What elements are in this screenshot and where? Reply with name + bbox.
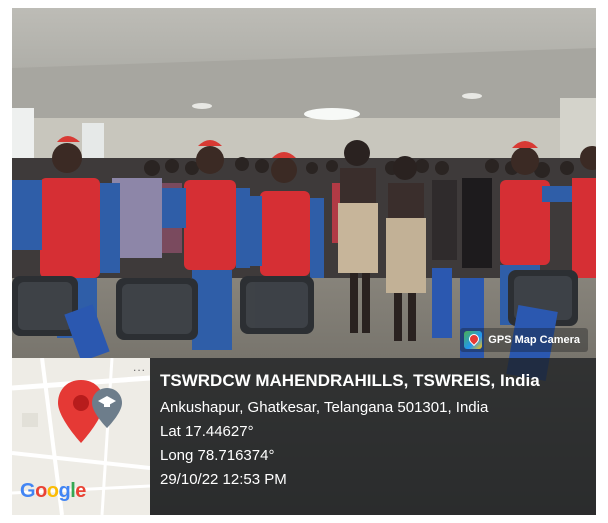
gps-map-camera-icon bbox=[464, 331, 483, 349]
location-address: Ankushapur, Ghatkesar, Telangana 501301,… bbox=[160, 399, 489, 416]
location-longitude: Long 78.716374° bbox=[160, 447, 275, 464]
location-latitude: Lat 17.44627° bbox=[160, 423, 254, 440]
location-title: TSWRDCW MAHENDRAHILLS, TSWREIS, India bbox=[160, 371, 540, 390]
photo-frame: GPS Map Camera ... Google TSWRDCW MAHEND… bbox=[12, 8, 596, 515]
google-logo: Google bbox=[20, 480, 86, 502]
location-info-panel: ... Google TSWRDCW MAHENDRAHILLS, TSWREI… bbox=[12, 358, 596, 515]
map-more-dots: ... bbox=[132, 360, 146, 374]
gps-badge-label: GPS Map Camera bbox=[488, 334, 580, 346]
map-thumbnail[interactable]: ... Google bbox=[12, 358, 150, 515]
location-details: TSWRDCW MAHENDRAHILLS, TSWREIS, India An… bbox=[160, 370, 590, 494]
gps-map-camera-badge: GPS Map Camera bbox=[460, 328, 588, 352]
location-datetime: 29/10/22 12:53 PM bbox=[160, 471, 287, 488]
